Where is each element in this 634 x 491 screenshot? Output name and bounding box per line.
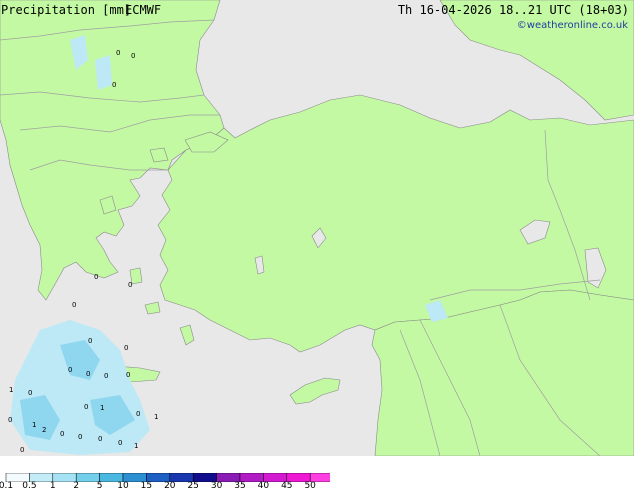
- precip-value: 2: [42, 426, 46, 434]
- precip-value: 0: [124, 344, 128, 352]
- precip-value: 0: [8, 416, 12, 424]
- precip-value: 0: [72, 301, 76, 309]
- precip-value: 0: [86, 370, 90, 378]
- precip-value: 0: [131, 52, 135, 60]
- valid-time: Th 16-04-2026 18..21 UTC (18+03): [397, 3, 629, 17]
- precip-value: 0: [28, 389, 32, 397]
- precip-value: 0: [112, 81, 116, 89]
- precip-value: 1: [134, 442, 138, 450]
- precip-value: 0: [118, 439, 122, 447]
- precip-value: 1: [9, 386, 13, 394]
- precip-value: 0: [104, 372, 108, 380]
- precip-value: 0: [78, 433, 82, 441]
- precip-value: 0: [84, 403, 88, 411]
- precip-value: 0: [94, 273, 98, 281]
- precip-value: 0: [116, 49, 120, 57]
- precip-patch: [95, 55, 112, 90]
- precip-value: 1: [100, 404, 104, 412]
- precip-value: 1: [154, 413, 158, 421]
- credit-link[interactable]: ©weatheronline.co.uk: [517, 19, 628, 33]
- precipitation-map: 0 0 0 0 0 0 0 0 0 0 0 0 0 1 1 0 0 1 0 1 …: [0, 0, 634, 456]
- model-name: ECMWF: [125, 3, 162, 17]
- precip-value: 0: [126, 371, 130, 379]
- precip-value: 0: [88, 337, 92, 345]
- precip-value: 1: [32, 421, 36, 429]
- precip-value: 0: [20, 446, 24, 454]
- precip-value: 0: [68, 366, 72, 374]
- precip-value: 0: [98, 435, 102, 443]
- legend-title: Precipitation [mm]: [1, 3, 132, 17]
- precip-value: 0: [136, 410, 140, 418]
- precip-value: 0: [128, 281, 132, 289]
- precip-value: 0: [60, 430, 64, 438]
